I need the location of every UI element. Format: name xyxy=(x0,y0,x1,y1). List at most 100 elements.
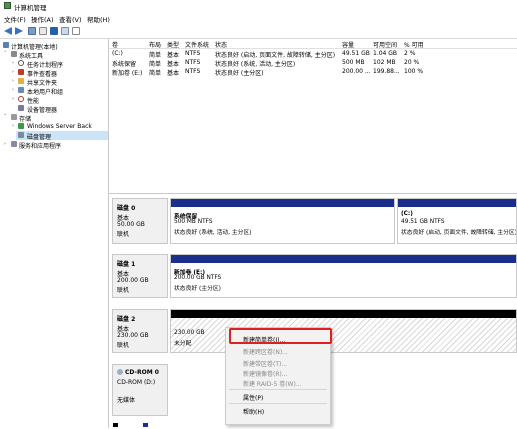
unallocated-space[interactable]: 230.00 GB 未分配 xyxy=(170,309,517,353)
menu-view[interactable]: 查看(V) xyxy=(59,14,82,24)
table-row[interactable]: 新加卷 (E:) 简单 基本 NTFS 状态良好 (主分区) 200.00 ..… xyxy=(109,68,517,77)
disk-status: 无媒体 xyxy=(117,397,136,404)
cell-type: 基本 xyxy=(167,52,180,59)
col-layout[interactable]: 布局 xyxy=(149,40,161,49)
properties-icon[interactable] xyxy=(39,27,47,35)
partition-size: 200.00 GB NTFS xyxy=(174,275,222,281)
cell-layout: 简单 xyxy=(149,52,162,59)
chevron-down-icon[interactable]: ˅ xyxy=(4,51,7,57)
col-percent-free[interactable]: % 可用 xyxy=(404,40,424,49)
cell-filesystem: NTFS xyxy=(185,68,201,75)
volume-list-header: 卷 布局 类型 文件系统 状态 容量 可用空间 % 可用 xyxy=(109,39,517,49)
tree-item-performance[interactable]: 性能 xyxy=(27,96,39,105)
table-row[interactable]: 系统保留 简单 基本 NTFS 状态良好 (系统, 活动, 主分区) 500 M… xyxy=(109,59,517,68)
disk-type: CD-ROM (D:) xyxy=(117,379,156,386)
forward-icon[interactable] xyxy=(15,27,23,35)
col-free-space[interactable]: 可用空间 xyxy=(373,40,397,49)
tree-item-event-viewer[interactable]: 事件查看器 xyxy=(27,69,57,78)
chevron-right-icon[interactable]: › xyxy=(12,60,14,66)
partition-e[interactable]: 新加卷 (E:) 200.00 GB NTFS 状态良好 (主分区) xyxy=(170,254,517,298)
event-viewer-icon xyxy=(18,69,24,75)
partition-status: 状态良好 (启动, 页面文件, 故障转储, 主分区) xyxy=(401,230,517,236)
tree-item-disk-management[interactable]: 磁盘管理 xyxy=(27,132,51,141)
chevron-right-icon[interactable]: › xyxy=(12,123,14,129)
tree-item-windows-server-backup[interactable]: Windows Server Back xyxy=(27,123,92,130)
col-type[interactable]: 类型 xyxy=(167,40,179,49)
unallocated-size: 230.00 GB xyxy=(174,330,205,336)
col-capacity[interactable]: 容量 xyxy=(342,40,354,49)
cell-capacity: 49.51 GB xyxy=(342,50,370,57)
chevron-right-icon[interactable]: › xyxy=(4,141,6,147)
disk-size: 230.00 GB xyxy=(117,332,149,339)
cell-free-space: 102 MB xyxy=(373,59,396,66)
partition-status: 状态良好 (系统, 活动, 主分区) xyxy=(174,230,252,236)
menu-item-properties[interactable]: 属性(P) xyxy=(243,393,263,402)
cell-free-space: 1.04 GB xyxy=(373,50,398,57)
partition-size: 49.51 GB NTFS xyxy=(401,219,445,225)
shared-folder-icon xyxy=(18,78,24,84)
tree-item-storage[interactable]: 存储 xyxy=(19,114,31,123)
disk-2-label[interactable]: 磁盘 2 基本 230.00 GB 联机 xyxy=(112,309,168,353)
tree-item-shared-folders[interactable]: 共享文件夹 xyxy=(27,78,57,87)
tree-item-device-manager[interactable]: 设备管理器 xyxy=(27,105,57,114)
cell-status: 状态良好 (主分区) xyxy=(215,70,264,77)
menu-action[interactable]: 操作(A) xyxy=(31,14,54,24)
chevron-right-icon[interactable]: › xyxy=(12,78,14,84)
partition-system-reserved[interactable]: 系统保留 500 MB NTFS 状态良好 (系统, 活动, 主分区) xyxy=(170,198,395,244)
disk-name: 磁盘 2 xyxy=(117,316,136,323)
disk-management-icon xyxy=(18,132,24,138)
tree-item-computer-management[interactable]: 计算机管理(本地) xyxy=(11,42,58,51)
chevron-right-icon[interactable]: › xyxy=(12,69,14,75)
tree-item-local-users[interactable]: 本地用户和组 xyxy=(27,87,63,96)
menu-item-new-spanned-volume: 新建跨区卷(N)... xyxy=(243,349,288,356)
partition-size: 500 MB NTFS xyxy=(174,219,213,225)
window-title: 计算机管理 xyxy=(14,4,47,12)
tree-item-services-applications[interactable]: 服务和应用程序 xyxy=(19,141,61,150)
cdrom-0-label[interactable]: CD-ROM 0 CD-ROM (D:) 无媒体 xyxy=(112,364,168,416)
col-status[interactable]: 状态 xyxy=(215,40,227,49)
disk-1-label[interactable]: 磁盘 1 基本 200.00 GB 联机 xyxy=(112,254,168,298)
computer-management-icon xyxy=(4,2,11,9)
col-volume[interactable]: 卷 xyxy=(112,40,118,49)
menu-item-new-striped-volume: 新建带区卷(T)... xyxy=(243,361,288,368)
title-bar: 计算机管理 xyxy=(0,0,517,12)
table-row[interactable]: (C:) 简单 基本 NTFS 状态良好 (启动, 页面文件, 故障转储, 主分… xyxy=(109,50,517,59)
partition-bar xyxy=(171,255,516,263)
menu-help[interactable]: 帮助(H) xyxy=(87,14,110,24)
view-icon[interactable] xyxy=(61,27,69,35)
partition-c[interactable]: (C:) 49.51 GB NTFS 状态良好 (启动, 页面文件, 故障转储,… xyxy=(397,198,517,244)
legend-unallocated-swatch xyxy=(113,423,118,427)
chevron-down-icon[interactable]: ˅ xyxy=(4,114,7,120)
unallocated-bar xyxy=(171,310,516,318)
tree-item-system-tools[interactable]: 系统工具 xyxy=(19,51,43,60)
tree-item-task-scheduler[interactable]: 任务计划程序 xyxy=(27,60,63,69)
menu-separator xyxy=(229,403,327,404)
highlight-box xyxy=(229,328,332,344)
disk-status: 联机 xyxy=(117,231,130,238)
up-icon[interactable] xyxy=(28,27,36,35)
menu-file[interactable]: 文件(F) xyxy=(4,14,26,24)
chevron-right-icon[interactable]: › xyxy=(12,87,14,93)
menu-item-help[interactable]: 帮助(H) xyxy=(243,407,264,416)
clock-icon xyxy=(18,60,24,66)
menu-bar: 文件(F) 操作(A) 查看(V) 帮助(H) xyxy=(0,13,517,24)
refresh-icon[interactable] xyxy=(72,27,80,35)
back-icon[interactable] xyxy=(4,27,12,35)
cell-percent-free: 2 % xyxy=(404,50,416,57)
menu-item-new-raid5-volume: 新建 RAID-5 卷(W)... xyxy=(243,381,302,388)
toolbar xyxy=(0,24,517,39)
cell-filesystem: NTFS xyxy=(185,50,201,57)
cell-layout: 简单 xyxy=(149,61,162,68)
computer-icon xyxy=(3,42,9,48)
col-filesystem[interactable]: 文件系统 xyxy=(185,40,209,49)
cell-status: 状态良好 (系统, 活动, 主分区) xyxy=(215,61,296,68)
help-icon[interactable] xyxy=(50,27,58,35)
cell-capacity: 500 MB xyxy=(342,59,365,66)
cell-volume: 系统保留 xyxy=(112,61,137,68)
partition-bar xyxy=(171,199,394,207)
cell-type: 基本 xyxy=(167,70,180,77)
chevron-right-icon[interactable]: › xyxy=(12,96,14,102)
disk-size: 200.00 GB xyxy=(117,277,149,284)
disk-0-label[interactable]: 磁盘 0 基本 50.00 GB 联机 xyxy=(112,198,168,244)
cell-percent-free: 100 % xyxy=(404,68,424,75)
